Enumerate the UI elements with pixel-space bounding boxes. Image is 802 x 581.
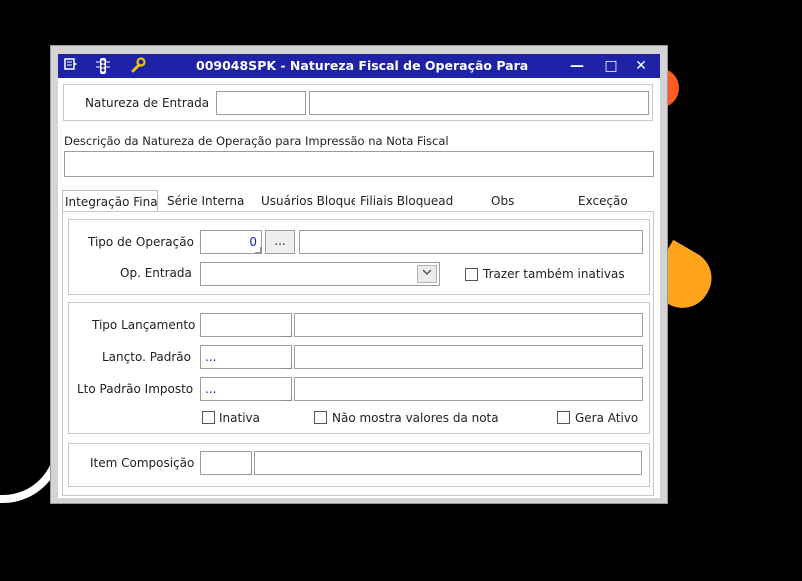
resize-grip-icon: [286, 363, 292, 369]
minimize-button[interactable]: —: [566, 56, 588, 76]
natureza-label: Natureza de Entrada: [85, 96, 210, 110]
natureza-description-input[interactable]: [309, 91, 649, 115]
tipo-operacao-input[interactable]: 0: [200, 230, 262, 254]
tipo-lancamento-description[interactable]: [294, 313, 643, 337]
tab-serie-interna[interactable]: Série Interna: [167, 190, 255, 212]
lancto-padrao-input[interactable]: ...: [200, 345, 292, 369]
natureza-code-input[interactable]: [216, 91, 306, 115]
inativa-label: Inativa: [219, 411, 260, 425]
lto-padrao-imposto-input[interactable]: ...: [200, 377, 292, 401]
resize-grip-icon: [286, 395, 292, 401]
tab-excecao[interactable]: Exceção: [578, 190, 638, 212]
tipo-operacao-label: Tipo de Operação: [88, 235, 194, 249]
trazer-inativas-checkbox[interactable]: [465, 268, 478, 281]
resize-grip-icon: [286, 331, 292, 337]
lto-padrao-imposto-description[interactable]: [294, 377, 643, 401]
tipo-operacao-description[interactable]: [299, 230, 643, 254]
wrench-icon[interactable]: [129, 57, 147, 75]
tab-strip: Integração Fina Série Interna Usuários B…: [58, 190, 660, 212]
lancto-padrao-label: Lançto. Padrão: [102, 350, 192, 364]
tipo-lancamento-input[interactable]: [200, 313, 292, 337]
nao-mostra-valores-checkbox[interactable]: [314, 411, 327, 424]
lancto-padrao-description[interactable]: [294, 345, 643, 369]
nao-mostra-valores-label: Não mostra valores da nota: [332, 411, 499, 425]
maximize-button[interactable]: □: [600, 56, 622, 76]
op-entrada-select[interactable]: [200, 262, 440, 286]
close-button[interactable]: ✕: [630, 56, 652, 76]
op-entrada-label: Op. Entrada: [120, 266, 192, 280]
gera-ativo-checkbox[interactable]: [557, 411, 570, 424]
traffic-light-icon[interactable]: [94, 57, 112, 75]
resize-grip-icon: [246, 469, 252, 475]
tab-filiais-bloqueadas[interactable]: Filiais Bloqueada: [360, 190, 454, 212]
lto-padrao-imposto-label: Lto Padrão Imposto: [77, 382, 194, 396]
chevron-down-icon[interactable]: [417, 265, 437, 283]
item-composicao-description[interactable]: [254, 451, 642, 475]
main-window: 009048SPK - Natureza Fiscal de Operação …: [50, 45, 668, 504]
window-title: 009048SPK - Natureza Fiscal de Operação …: [196, 58, 529, 73]
inativa-checkbox[interactable]: [202, 411, 215, 424]
window-client-area: Natureza de Entrada Descrição da Naturez…: [58, 78, 660, 498]
gera-ativo-label: Gera Ativo: [575, 411, 639, 425]
resize-grip-icon: [255, 247, 261, 253]
item-composicao-label: Item Composição: [90, 456, 195, 470]
tab-integracao-financeira[interactable]: Integração Fina: [62, 190, 158, 212]
item-composicao-input[interactable]: [200, 451, 252, 475]
list-icon[interactable]: [62, 57, 80, 75]
trazer-inativas-label: Trazer também inativas: [483, 267, 625, 281]
tab-usuarios-bloqueados[interactable]: Usuários Bloque: [261, 190, 355, 212]
tab-obs[interactable]: Obs: [491, 190, 531, 212]
title-bar[interactable]: 009048SPK - Natureza Fiscal de Operação …: [58, 54, 660, 78]
descricao-label: Descrição da Natureza de Operação para I…: [64, 134, 449, 148]
tipo-operacao-lookup-button[interactable]: ...: [265, 230, 295, 254]
descricao-input[interactable]: [64, 151, 654, 177]
tipo-lancamento-label: Tipo Lançamento: [92, 318, 196, 332]
